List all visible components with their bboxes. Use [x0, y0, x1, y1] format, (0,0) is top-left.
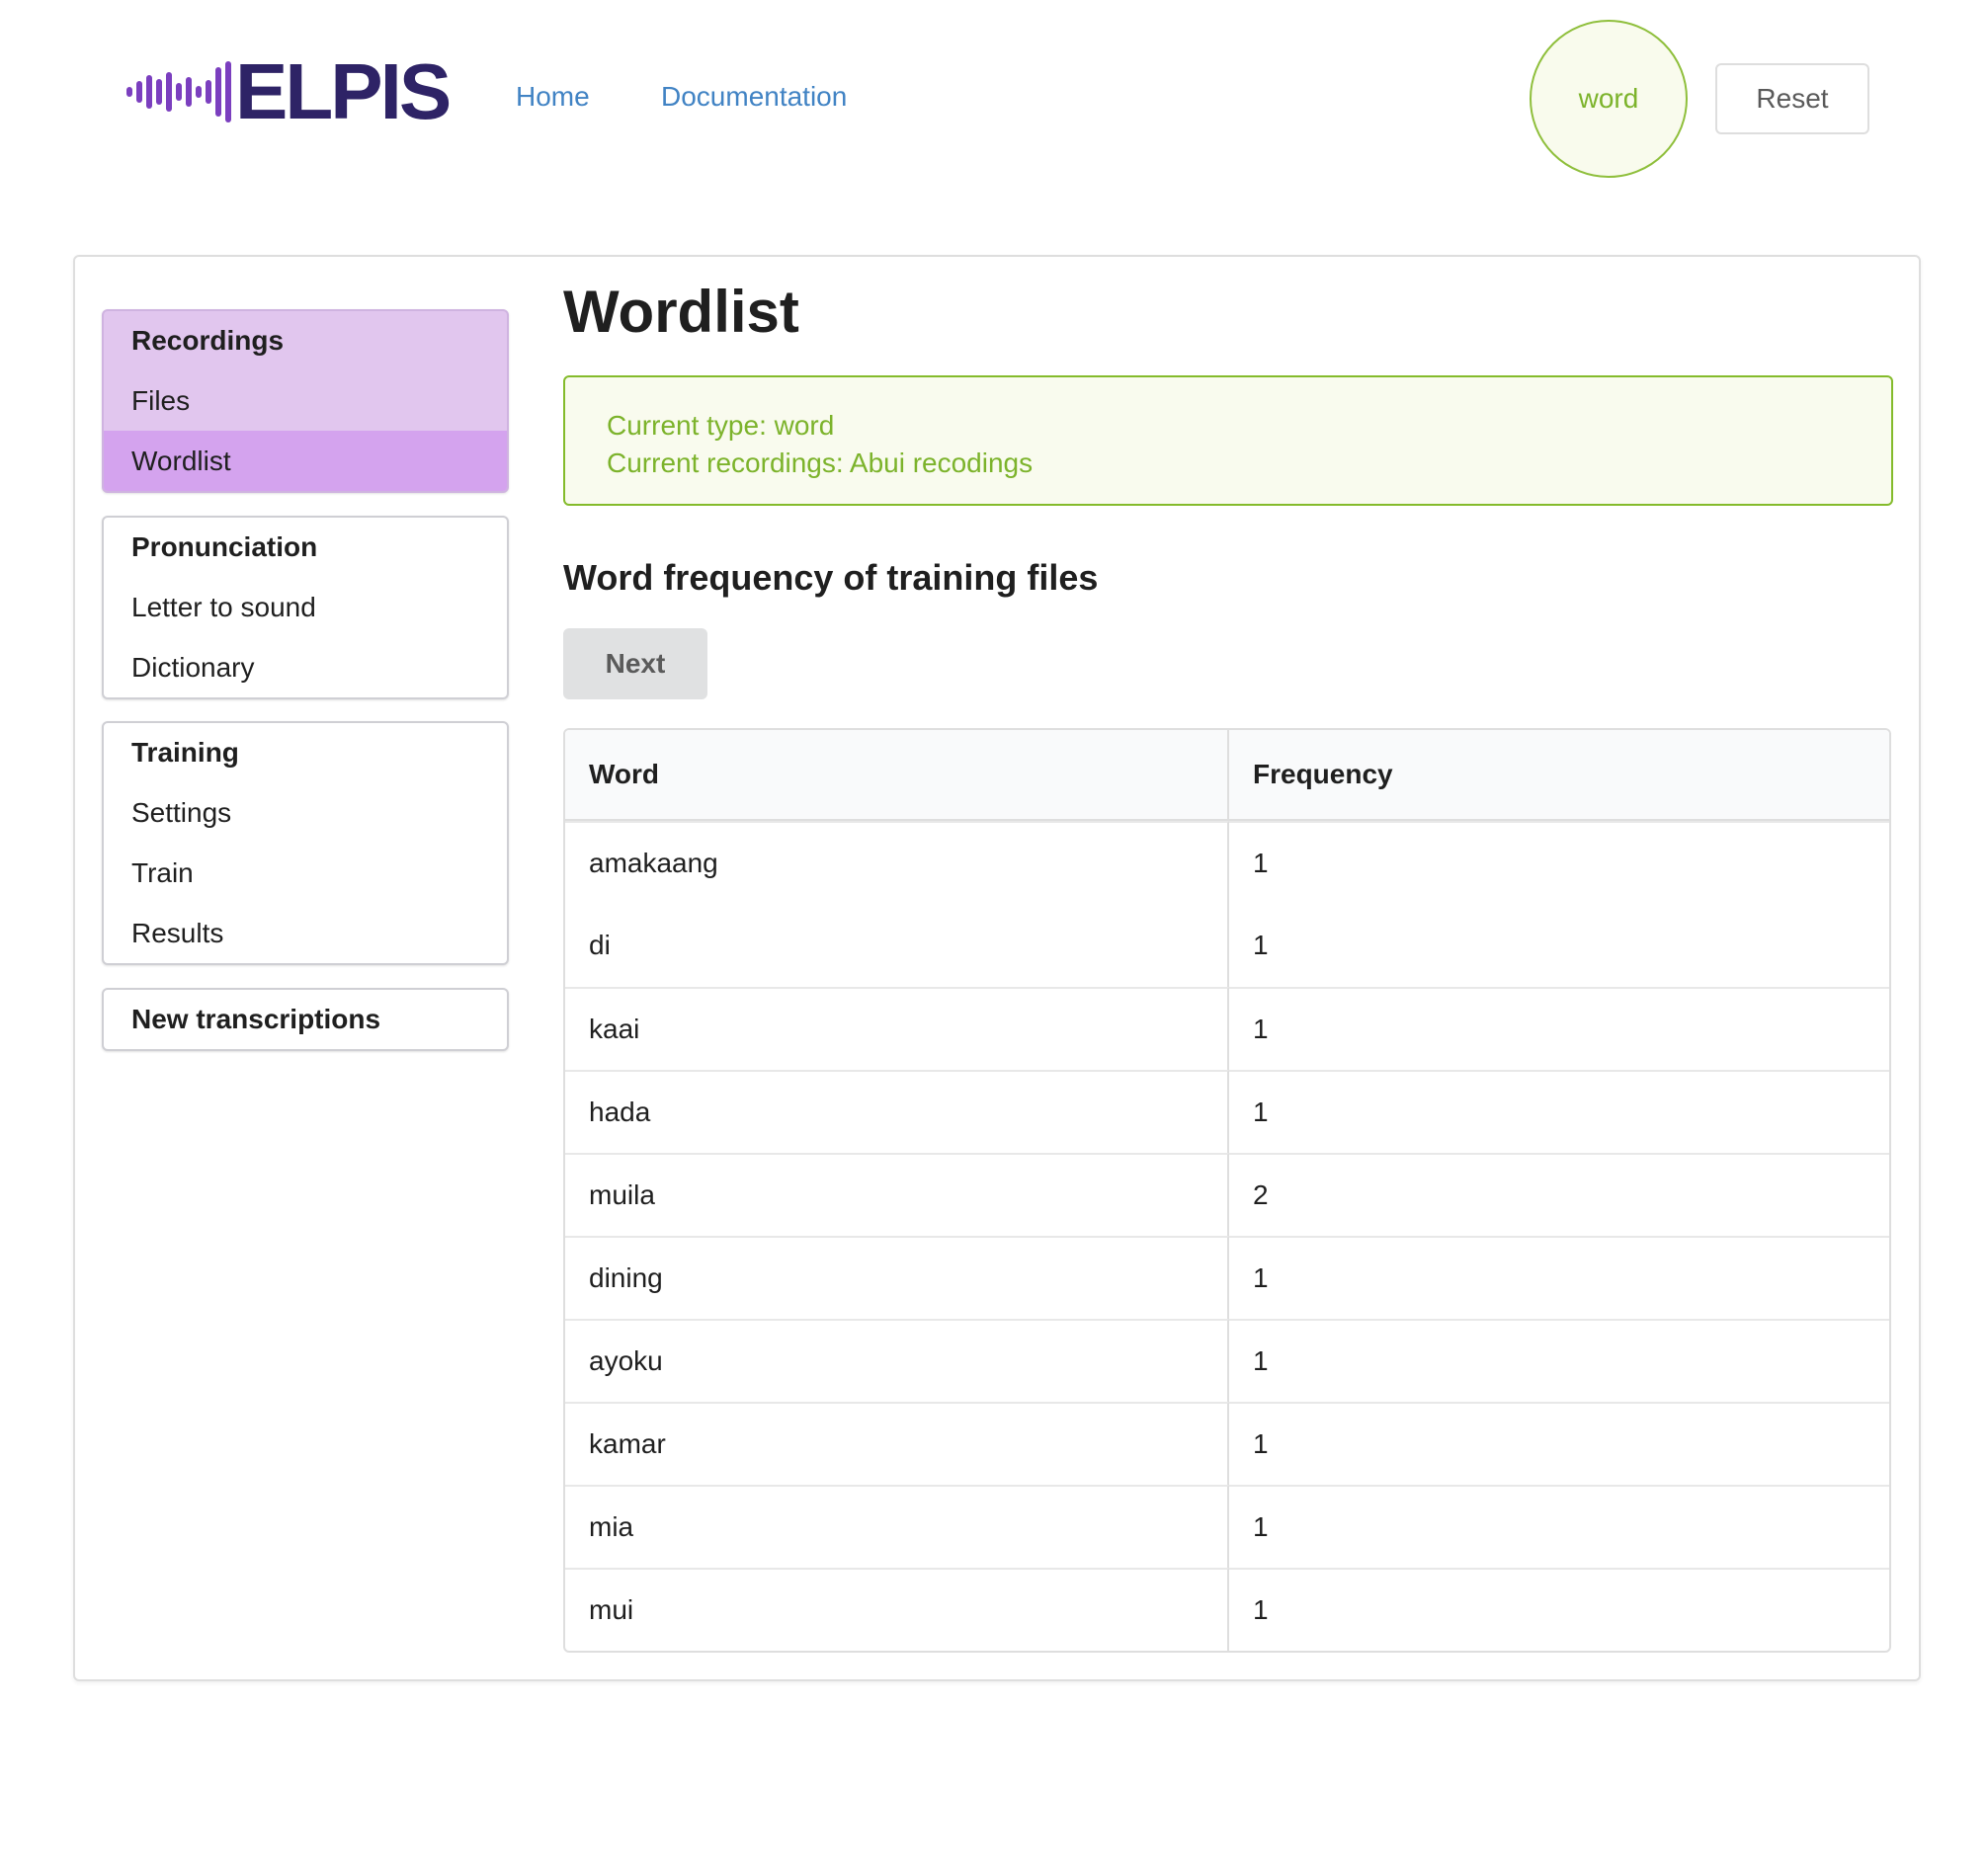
current-status-message: Current type: word Current recordings: A… — [563, 375, 1893, 506]
model-type-badge: word — [1530, 20, 1688, 178]
word-cell: kaai — [565, 987, 1229, 1070]
logo-wordmark: ELPIS — [235, 47, 452, 135]
table-row: dining 1 — [565, 1236, 1889, 1319]
frequency-cell: 1 — [1229, 987, 1889, 1070]
word-cell: amakaang — [565, 821, 1229, 904]
nav-home-link[interactable]: Home — [516, 81, 590, 113]
table-row: muila 2 — [565, 1153, 1889, 1236]
sidebar-group-training: Training Settings Train Results — [102, 721, 509, 965]
app-header: ELPIS Home Documentation word Reset — [0, 0, 1988, 198]
frequency-cell: 1 — [1229, 1485, 1889, 1568]
sidebar-header-pronunciation[interactable]: Pronunciation — [104, 518, 507, 577]
word-cell: hada — [565, 1070, 1229, 1153]
nav-documentation-link[interactable]: Documentation — [661, 81, 847, 113]
frequency-cell: 1 — [1229, 821, 1889, 904]
column-header-word[interactable]: Word — [565, 730, 1229, 821]
sidebar-item-letter-to-sound[interactable]: Letter to sound — [104, 577, 507, 637]
frequency-cell: 1 — [1229, 1070, 1889, 1153]
table-row: mia 1 — [565, 1485, 1889, 1568]
section-heading: Word frequency of training files — [563, 557, 1099, 598]
sidebar-item-files[interactable]: Files — [104, 370, 507, 431]
current-recordings-text: Current recordings: Abui recodings — [607, 447, 1034, 478]
page-title: Wordlist — [563, 279, 799, 345]
table-row: hada 1 — [565, 1070, 1889, 1153]
frequency-cell: 1 — [1229, 1568, 1889, 1651]
sidebar-header-training[interactable]: Training — [104, 723, 507, 782]
table-row: ayoku 1 — [565, 1319, 1889, 1402]
table-row: di 1 — [565, 904, 1889, 987]
frequency-cell: 1 — [1253, 930, 1269, 960]
word-cell: muila — [565, 1153, 1229, 1236]
frequency-cell: 1 — [1229, 1236, 1889, 1319]
table-row: amakaang 1 — [565, 821, 1889, 904]
sidebar-item-wordlist[interactable]: Wordlist — [104, 431, 507, 491]
sidebar-item-train[interactable]: Train — [104, 843, 507, 903]
word-cell: ayoku — [565, 1319, 1229, 1402]
word-cell: mui — [565, 1568, 1229, 1651]
reset-button[interactable]: Reset — [1715, 63, 1869, 134]
word-cell: kamar — [565, 1402, 1229, 1485]
current-type-text: Current type: word — [607, 410, 835, 441]
sidebar-group-new-transcriptions: New transcriptions — [102, 988, 509, 1051]
frequency-cell: 1 — [1229, 1402, 1889, 1485]
table-row: kamar 1 — [565, 1402, 1889, 1485]
sidebar-item-dictionary[interactable]: Dictionary — [104, 637, 507, 697]
elpis-logo[interactable]: ELPIS — [126, 52, 452, 131]
table-row: mui 1 — [565, 1568, 1889, 1651]
frequency-cell: 2 — [1229, 1153, 1889, 1236]
sidebar-item-results[interactable]: Results — [104, 903, 507, 963]
word-cell: di — [565, 904, 1229, 987]
sidebar-header-new-transcriptions[interactable]: New transcriptions — [104, 990, 507, 1049]
sidebar-item-settings[interactable]: Settings — [104, 782, 507, 843]
word-frequency-table: Word Frequency amakaang 1 di 1 kaai 1 hada 1… — [563, 728, 1891, 1653]
waveform-icon — [126, 55, 231, 128]
table-header-row: Word Frequency — [565, 730, 1889, 821]
next-button[interactable]: Next — [563, 628, 707, 699]
sidebar-header-recordings[interactable]: Recordings — [104, 311, 507, 370]
word-cell: mia — [565, 1485, 1229, 1568]
sidebar-group-recordings: Recordings Files Wordlist — [102, 309, 509, 493]
word-cell: dining — [565, 1236, 1229, 1319]
table-row: kaai 1 — [565, 987, 1889, 1070]
column-header-frequency[interactable]: Frequency — [1229, 730, 1889, 821]
sidebar-group-pronunciation: Pronunciation Letter to sound Dictionary — [102, 516, 509, 699]
frequency-cell: 1 — [1229, 1319, 1889, 1402]
